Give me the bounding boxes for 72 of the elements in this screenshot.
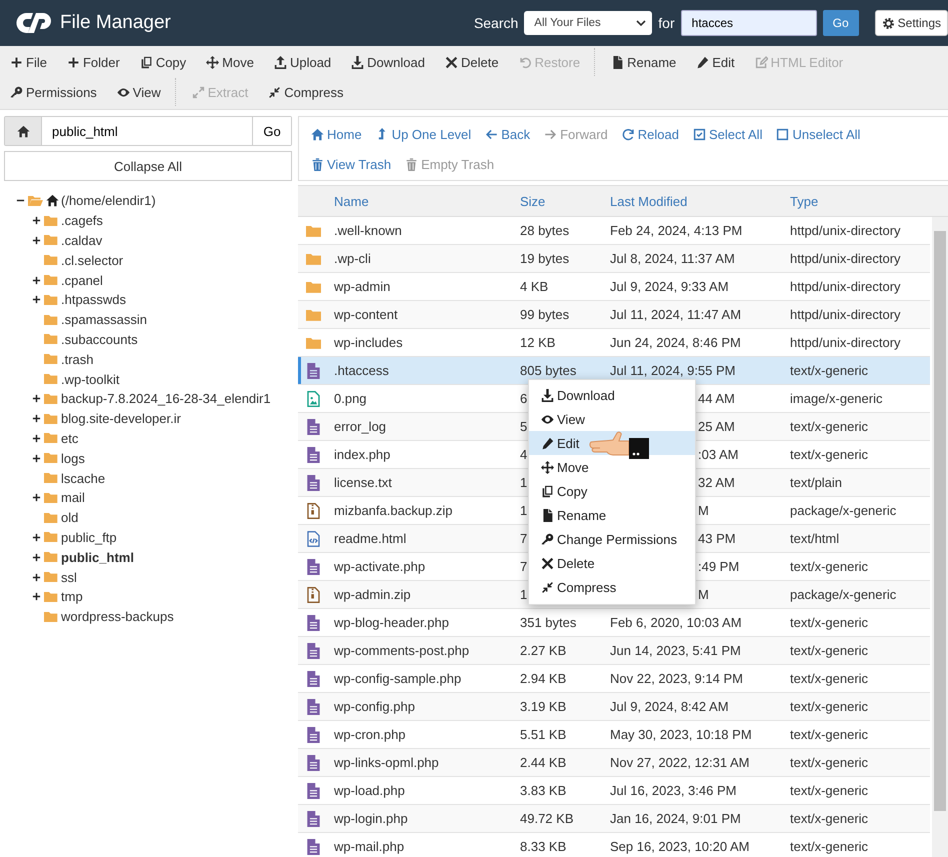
table-cell-text: package/x-generic — [789, 587, 896, 602]
table-cell: 351 bytes — [520, 615, 576, 630]
table-cell-text: text/x-generic — [789, 727, 868, 742]
app-title: File Manager — [60, 12, 171, 34]
table-cell: M — [698, 503, 709, 518]
table-cell-text: text/x-generic — [789, 363, 868, 378]
table-cell: :49 PM — [698, 559, 740, 574]
table-cell: 5 — [520, 419, 528, 434]
table-cell-text: httpd/unix-directory — [789, 335, 901, 350]
table-cell: Nov 27, 2022, 12:31 AM — [610, 755, 750, 770]
table-cell-text: image/x-generic — [789, 391, 882, 406]
table-cell-text: text/x-generic — [789, 783, 868, 798]
table-cell: :03 AM — [698, 447, 738, 462]
table-cell-text: text/x-generic — [789, 419, 868, 434]
table-cell: 32 AM — [698, 475, 735, 490]
table-cell: 25 AM — [698, 419, 735, 434]
table-cell-text: httpd/unix-directory — [789, 251, 901, 266]
table-cell: Jun 24, 2024, 8:46 PM — [610, 335, 741, 350]
table-cell: 8.33 KB — [520, 839, 566, 854]
table-cell-text: text/x-generic — [789, 671, 868, 686]
table-cell: 44 AM — [698, 391, 735, 406]
table-cell: 43 PM — [698, 531, 736, 546]
table-cell-text: text/x-generic — [789, 447, 868, 462]
table-cell-text: text/x-generic — [789, 559, 868, 574]
table-cell: Jul 11, 2024, 11:47 AM — [610, 307, 742, 322]
table-cell-text: httpd/unix-directory — [789, 223, 901, 238]
table-cell: M — [698, 587, 709, 602]
table-cell: 7 — [520, 559, 528, 574]
table-cell: Jan 16, 2024, 9:01 PM — [610, 811, 741, 826]
table-cell: 4 — [520, 447, 528, 462]
search-label: Search — [474, 15, 518, 31]
table-cell: 2.94 KB — [520, 671, 566, 686]
table-cell: 1 — [520, 503, 528, 518]
table-cell: 805 bytes — [520, 363, 576, 378]
table-cell-text: text/html — [789, 531, 840, 546]
table-cell: Jul 9, 2024, 8:42 AM — [610, 699, 729, 714]
table-cell: 7 — [520, 531, 528, 546]
table-cell-text: text/x-generic — [789, 839, 868, 854]
table-cell: 6 — [520, 391, 528, 406]
table-cell: 99 bytes — [520, 307, 570, 322]
table-cell: 3.19 KB — [520, 699, 566, 714]
table-cell: 5.51 KB — [520, 727, 566, 742]
table-cell-text: text/x-generic — [789, 643, 868, 658]
table-cell: Jun 14, 2023, 5:41 PM — [610, 643, 741, 658]
table-cell-text: package/x-generic — [789, 503, 896, 518]
table-cell: 1 — [520, 475, 528, 490]
table-cell: 3.83 KB — [520, 783, 566, 798]
table-cell: Feb 6, 2020, 10:03 AM — [610, 615, 742, 630]
table-cell: Feb 24, 2024, 4:13 PM — [610, 223, 742, 238]
table-cell-text: httpd/unix-directory — [789, 279, 901, 294]
for-label: for — [658, 15, 675, 31]
table-cell-text: text/plain — [789, 475, 842, 490]
table-cell: 12 KB — [520, 335, 556, 350]
table-cell-text: text/x-generic — [789, 811, 868, 826]
table-cell: Jul 11, 2024, 9:55 PM — [610, 363, 736, 378]
table-cell: Jul 9, 2024, 9:33 AM — [610, 279, 729, 294]
table-cell-text: text/x-generic — [789, 615, 868, 630]
table-cell: 1 — [520, 587, 528, 602]
table-cell: Jul 8, 2024, 11:37 AM — [610, 251, 735, 266]
table-cell: Sep 16, 2023, 10:20 AM — [610, 839, 750, 854]
table-cell-text: text/x-generic — [789, 699, 868, 714]
table-cell: 28 bytes — [520, 223, 570, 238]
table-cell: Jul 16, 2023, 3:46 PM — [610, 783, 736, 798]
table-cell: Nov 22, 2023, 9:14 PM — [610, 671, 743, 686]
table-cell: May 30, 2023, 10:18 PM — [610, 727, 752, 742]
table-cell-text: httpd/unix-directory — [789, 307, 901, 322]
table-cell: 2.44 KB — [520, 755, 566, 770]
table-cell: 19 bytes — [520, 251, 570, 266]
table-cell: 4 KB — [520, 279, 548, 294]
table-cell: 49.72 KB — [520, 811, 574, 826]
table-cell-text: text/x-generic — [789, 755, 868, 770]
table-cell: 2.27 KB — [520, 643, 566, 658]
